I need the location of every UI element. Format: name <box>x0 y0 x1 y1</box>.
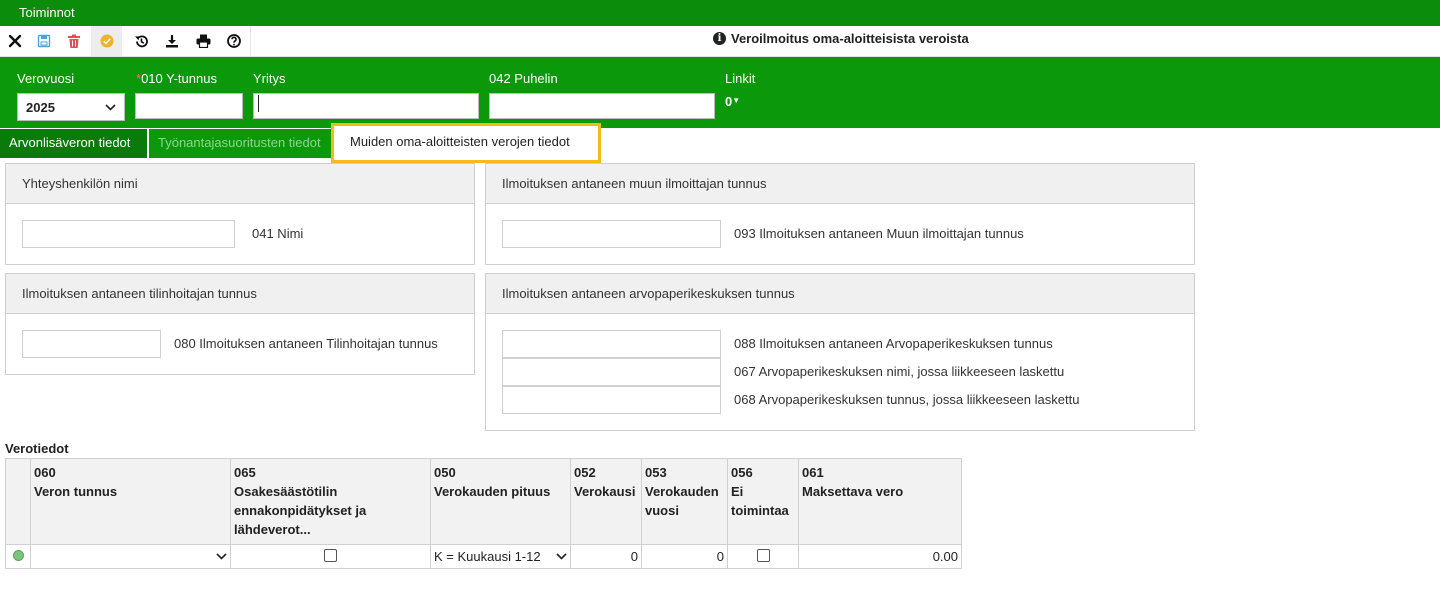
arvopaperikeskuksen-tunnus-input[interactable] <box>502 330 721 358</box>
veron-tunnus-select[interactable] <box>34 553 227 560</box>
arvopaperikeskuksen-nimi-input[interactable] <box>502 358 721 386</box>
osakesaastotili-checkbox[interactable] <box>324 548 337 562</box>
section-account-holder-title: Ilmoituksen antaneen tilinhoitajan tunnu… <box>6 274 474 314</box>
puhelin-input[interactable] <box>489 93 715 119</box>
column-header-052[interactable]: 052 Verokausi <box>570 458 642 545</box>
verokauden-pituus-value: K = Kuukausi 1-12 <box>434 549 541 564</box>
help-icon[interactable] <box>219 26 249 56</box>
toolbar-divider <box>250 26 251 56</box>
nimi-label: 041 Nimi <box>252 226 304 241</box>
ytunnus-label: *010 Y-tunnus <box>136 71 217 86</box>
chevron-down-icon <box>105 103 116 111</box>
caret-down-icon: ▼ <box>732 96 741 105</box>
verovuosi-value: 2025 <box>26 99 55 115</box>
page-title-text: Veroilmoitus oma-aloitteisista veroista <box>731 31 969 46</box>
column-code: 056 <box>731 465 753 480</box>
tab-arvonlisavero[interactable]: Arvonlisäveron tiedot <box>0 129 147 158</box>
tilinhoitajan-tunnus-input[interactable] <box>22 330 161 358</box>
ytunnus-input[interactable] <box>135 93 243 119</box>
column-label: Veron tunnus <box>34 484 118 499</box>
print-icon[interactable] <box>188 26 218 56</box>
close-icon[interactable] <box>0 26 30 56</box>
column-code: 050 <box>434 465 456 480</box>
column-label: Osakesäästötilin ennakonpidätykset ja lä… <box>234 484 367 537</box>
add-row-icon[interactable] <box>12 550 24 561</box>
column-header-row-action <box>5 458 31 545</box>
toolbar: i Veroilmoitus oma-aloitteisista veroist… <box>0 26 1440 57</box>
verovuosi-select[interactable]: 2025 <box>17 93 125 121</box>
muun-ilmoittajan-tunnus-input[interactable] <box>502 220 721 248</box>
liikkeeseen-laskettu-tunnus-label: 068 Arvopaperikeskuksen tunnus, jossa li… <box>734 392 1080 407</box>
section-csd-title: Ilmoituksen antaneen arvopaperikeskuksen… <box>486 274 1194 314</box>
table-header-row: 060 Veron tunnus 065 Osakesäästötilin enna… <box>5 458 962 545</box>
column-header-065[interactable]: 065 Osakesäästötilin ennakonpidätykset ja… <box>230 458 431 545</box>
menu-toiminnot[interactable]: Toiminnot <box>19 5 75 20</box>
approve-icon[interactable] <box>91 26 122 56</box>
add-row-cell <box>5 544 31 569</box>
column-label: Verokausi <box>574 484 636 499</box>
verokauden-pituus-select[interactable]: K = Kuukausi 1-12 <box>434 549 567 564</box>
column-header-060[interactable]: 060 Veron tunnus <box>30 458 231 545</box>
section-other-reporter: Ilmoituksen antaneen muun ilmoittajan tu… <box>485 163 1195 265</box>
section-contact: Yhteyshenkilön nimi 041 Nimi <box>5 163 475 265</box>
top-menu-bar: Toiminnot <box>0 0 1440 26</box>
save-icon[interactable] <box>29 26 59 56</box>
download-icon[interactable] <box>157 26 187 56</box>
maksettava-vero-cell[interactable]: 0.00 <box>798 544 962 569</box>
veron-tunnus-cell[interactable] <box>30 544 231 569</box>
table-row: K = Kuukausi 1-12 0 0 0.00 <box>5 544 962 569</box>
column-label: Maksettava vero <box>802 484 904 499</box>
column-code: 053 <box>645 465 667 480</box>
tilinhoitajan-tunnus-label: 080 Ilmoituksen antaneen Tilinhoitajan t… <box>174 336 438 351</box>
arvopaperikeskuksen-tunnus-label: 088 Ilmoituksen antaneen Arvopaperikesku… <box>734 336 1053 351</box>
puhelin-label: 042 Puhelin <box>489 71 558 86</box>
column-code: 061 <box>802 465 824 480</box>
verovuosi-label: Verovuosi <box>17 71 75 86</box>
column-header-050[interactable]: 050 Verokauden pituus <box>430 458 571 545</box>
column-label: Verokauden pituus <box>434 484 551 499</box>
verokauden-pituus-cell[interactable]: K = Kuukausi 1-12 <box>430 544 571 569</box>
muun-ilmoittajan-tunnus-label: 093 Ilmoituksen antaneen Muun ilmoittaja… <box>734 226 1024 241</box>
liikkeeseen-laskettu-tunnus-input[interactable] <box>502 386 721 414</box>
section-other-reporter-title: Ilmoituksen antaneen muun ilmoittajan tu… <box>486 164 1194 204</box>
info-icon: i <box>713 32 726 45</box>
yritys-label: Yritys <box>253 71 286 86</box>
page-title: i Veroilmoitus oma-aloitteisista veroist… <box>713 31 969 46</box>
linkit-dropdown[interactable]: 0▼ <box>725 94 740 109</box>
chevron-down-icon <box>556 553 567 560</box>
ytunnus-label-text: 010 Y-tunnus <box>141 71 217 86</box>
linkit-label: Linkit <box>725 71 756 86</box>
column-header-056[interactable]: 056 Ei toimintaa <box>727 458 799 545</box>
ei-toimintaa-cell <box>727 544 799 569</box>
yritys-input[interactable] <box>253 93 479 119</box>
tab-muut-oma-aloitteiset[interactable]: Muiden oma-aloitteisten verojen tiedot <box>331 123 601 163</box>
column-code: 065 <box>234 465 256 480</box>
nimi-input[interactable] <box>22 220 235 248</box>
verokausi-cell[interactable]: 0 <box>570 544 642 569</box>
delete-icon[interactable] <box>59 26 89 56</box>
verotiedot-table: 060 Veron tunnus 065 Osakesäästötilin enna… <box>5 458 962 569</box>
column-label: Ei toimintaa <box>731 484 789 518</box>
section-csd: Ilmoituksen antaneen arvopaperikeskuksen… <box>485 273 1195 431</box>
column-label: Verokauden vuosi <box>645 484 719 518</box>
column-code: 060 <box>34 465 56 480</box>
ei-toimintaa-checkbox[interactable] <box>756 548 770 562</box>
column-header-053[interactable]: 053 Verokauden vuosi <box>641 458 728 545</box>
column-code: 052 <box>574 465 596 480</box>
history-icon[interactable] <box>126 26 156 56</box>
verotiedot-title: Verotiedot <box>5 441 69 456</box>
section-account-holder: Ilmoituksen antaneen tilinhoitajan tunnu… <box>5 273 475 375</box>
text-cursor <box>258 95 259 112</box>
header-form: Verovuosi 2025 *010 Y-tunnus Yritys 042 … <box>0 57 1440 128</box>
osakesaastotili-cell <box>230 544 431 569</box>
arvopaperikeskuksen-nimi-label: 067 Arvopaperikeskuksen nimi, jossa liik… <box>734 364 1065 379</box>
tab-tyonantajasuoritukset[interactable]: Työnantajasuoritusten tiedot <box>149 129 339 158</box>
section-contact-title: Yhteyshenkilön nimi <box>6 164 474 204</box>
chevron-down-icon <box>216 553 227 560</box>
verokauden-vuosi-cell[interactable]: 0 <box>641 544 728 569</box>
column-header-061[interactable]: 061 Maksettava vero <box>798 458 962 545</box>
